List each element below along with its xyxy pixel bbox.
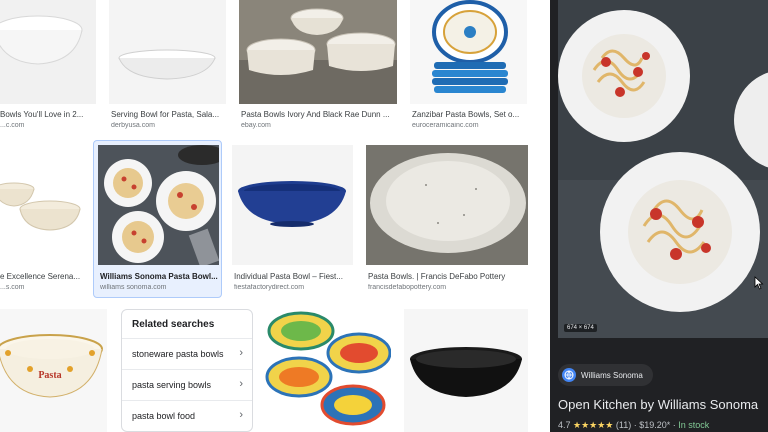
result-source-4: euroceramicainc.com	[412, 122, 479, 129]
result-title-4[interactable]: Zanzibar Pasta Bowls, Set o...	[412, 110, 527, 119]
related-search-label: pasta serving bowls	[132, 380, 212, 390]
image-preview-panel: 674 × 674 Williams Sonoma Open Kitchen b…	[550, 0, 768, 432]
result-image-1[interactable]	[0, 0, 96, 104]
globe-icon	[562, 368, 576, 382]
chevron-right-icon: ›	[239, 409, 243, 421]
result-title-8[interactable]: Pasta Bowls. | Francis DeFabo Pottery	[368, 272, 528, 281]
panel-divider	[540, 0, 550, 432]
source-name: Williams Sonoma	[581, 370, 643, 380]
related-search-label: stoneware pasta bowls	[132, 349, 224, 359]
result-card-8[interactable]: Pasta Bowls. | Francis DeFabo Pottery fr…	[366, 145, 528, 297]
price: $19.20*	[639, 420, 671, 430]
result-title-5[interactable]: e Excellence Serena...	[0, 272, 84, 281]
source-chip[interactable]: Williams Sonoma	[558, 364, 653, 386]
related-search-item-2[interactable]: pasta serving bowls ›	[122, 369, 252, 400]
result-image-8[interactable]	[366, 145, 528, 265]
result-image-2[interactable]	[109, 0, 226, 104]
chevron-right-icon: ›	[239, 347, 243, 359]
star-rating-icon: ★★★★★	[573, 420, 614, 430]
review-count: (11)	[615, 420, 632, 430]
related-searches-panel: Related searches stoneware pasta bowls ›…	[121, 309, 253, 432]
result-card-7[interactable]: Individual Pasta Bowl – Fiest... fiestaf…	[232, 145, 353, 297]
result-source-2: derbyusa.com	[111, 122, 155, 129]
related-searches-title: Related searches	[132, 319, 215, 330]
related-search-label: pasta bowl food	[132, 411, 196, 421]
result-card-9[interactable]: Pasta	[0, 309, 107, 432]
image-dimensions: 674 × 674	[564, 324, 597, 332]
result-card-11[interactable]	[404, 309, 528, 432]
result-title-3[interactable]: Pasta Bowls Ivory And Black Rae Dunn ...	[241, 110, 397, 119]
result-image-9[interactable]: Pasta	[0, 309, 107, 432]
result-image-6[interactable]	[98, 145, 219, 265]
result-card-3[interactable]: Pasta Bowls Ivory And Black Rae Dunn ...…	[239, 0, 397, 135]
result-card-5[interactable]: e Excellence Serena... ...s.com	[0, 145, 84, 297]
result-image-5[interactable]	[0, 145, 84, 265]
result-title-2[interactable]: Serving Bowl for Pasta, Sala...	[111, 110, 226, 119]
result-image-3[interactable]	[239, 0, 397, 104]
chevron-right-icon: ›	[239, 378, 243, 390]
image-results-grid: Bowls You'll Love in 2... ...c.com Servi…	[0, 0, 540, 432]
preview-image[interactable]: 674 × 674	[558, 0, 768, 338]
result-source-8: francisdefabopottery.com	[368, 284, 447, 291]
result-image-7[interactable]	[232, 145, 353, 265]
stock-status: In stock	[678, 420, 710, 430]
result-card-4[interactable]: Zanzibar Pasta Bowls, Set o... euroceram…	[410, 0, 527, 135]
mouse-pointer-icon	[754, 276, 764, 295]
result-image-10[interactable]	[263, 309, 391, 432]
result-source-7: fiestafactorydirect.com	[234, 284, 305, 291]
result-card-2[interactable]: Serving Bowl for Pasta, Sala... derbyusa…	[109, 0, 226, 135]
result-title-1[interactable]: Bowls You'll Love in 2...	[0, 110, 95, 119]
result-source-3: ebay.com	[241, 122, 271, 129]
result-card-10[interactable]	[263, 309, 391, 432]
result-title-7[interactable]: Individual Pasta Bowl – Fiest...	[234, 272, 353, 281]
result-card-6-selected[interactable]: Williams Sonoma Pasta Bowl... williams s…	[93, 140, 222, 298]
result-title-6[interactable]: Williams Sonoma Pasta Bowl...	[100, 272, 220, 281]
result-source-5: ...s.com	[0, 284, 25, 291]
result-image-11[interactable]	[404, 309, 528, 432]
result-source-6: williams sonoma.com	[100, 284, 167, 291]
result-source-1: ...c.com	[0, 122, 25, 129]
bowl-lettering: Pasta	[38, 370, 61, 381]
result-card-1[interactable]: Bowls You'll Love in 2... ...c.com	[0, 0, 96, 135]
rating-value: 4.7	[558, 420, 571, 430]
result-image-4[interactable]	[410, 0, 527, 104]
product-title[interactable]: Open Kitchen by Williams Sonoma	[558, 397, 758, 412]
product-meta: 4.7 ★★★★★ (11) · $19.20* · In stock	[558, 420, 710, 430]
related-search-item-3[interactable]: pasta bowl food ›	[122, 400, 252, 431]
related-search-item-1[interactable]: stoneware pasta bowls ›	[122, 338, 252, 369]
